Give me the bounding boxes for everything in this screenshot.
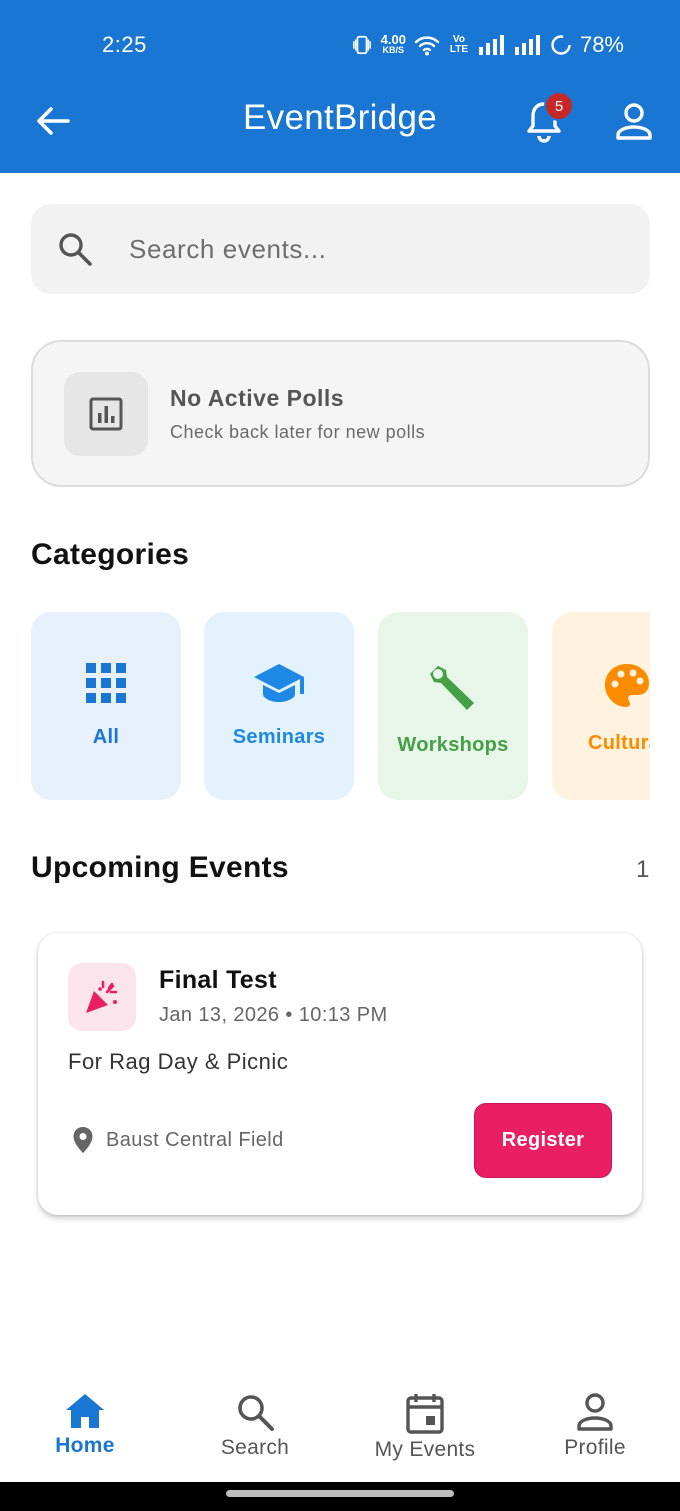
app-title: EventBridge xyxy=(243,98,437,137)
signal-icon-2 xyxy=(514,35,540,55)
calendar-icon xyxy=(406,1394,444,1434)
grid-icon xyxy=(86,663,126,703)
status-icons: 4.00 KB/S Vo LTE 78% xyxy=(351,32,624,58)
volte-label: Vo LTE xyxy=(449,34,469,55)
event-title: Final Test xyxy=(159,966,277,994)
person-icon xyxy=(616,103,652,140)
battery-percent: 78% xyxy=(579,32,624,57)
party-popper-icon xyxy=(86,980,118,1013)
app-header: 2:25 4.00 KB/S Vo LTE 78% EventBridge 5 xyxy=(0,0,680,173)
category-seminars[interactable]: Seminars xyxy=(204,612,354,800)
notification-badge: 5 xyxy=(544,91,574,121)
event-description: For Rag Day & Picnic xyxy=(68,1049,289,1074)
search-icon xyxy=(59,233,92,266)
wifi-icon xyxy=(414,36,440,56)
nav-label: Profile xyxy=(564,1436,626,1459)
polls-title: No Active Polls xyxy=(170,385,345,411)
vibrate-icon xyxy=(352,35,371,55)
polls-subtitle: Check back later for new polls xyxy=(170,422,426,442)
category-label: All xyxy=(92,726,120,748)
school-icon xyxy=(254,664,304,702)
search-bar[interactable] xyxy=(31,204,650,294)
battery-icon xyxy=(551,35,571,55)
category-cultural[interactable]: Cultural xyxy=(552,612,650,800)
person-icon xyxy=(577,1393,613,1431)
nav-label: Home xyxy=(55,1434,115,1457)
bottom-navigation: Home Search My Events Profile xyxy=(0,1372,680,1482)
category-workshops[interactable]: Workshops xyxy=(378,612,528,800)
category-label: Seminars xyxy=(232,726,326,748)
poll-icon-box xyxy=(64,372,148,456)
search-input[interactable] xyxy=(129,224,609,274)
nav-label: My Events xyxy=(374,1438,476,1461)
profile-button[interactable] xyxy=(612,100,656,144)
register-button[interactable]: Register xyxy=(474,1103,612,1178)
signal-icon xyxy=(478,35,504,55)
net-speed-unit: KB/S xyxy=(382,45,405,55)
home-icon xyxy=(66,1394,104,1428)
polls-card: No Active Polls Check back later for new… xyxy=(31,340,650,487)
nav-search[interactable]: Search xyxy=(170,1372,340,1482)
category-all[interactable]: All xyxy=(31,612,181,800)
category-label: Cultural xyxy=(588,732,650,754)
nav-label: Search xyxy=(220,1436,290,1459)
categories-list[interactable]: All Seminars Workshops Cultural xyxy=(31,612,650,802)
net-speed: 4.00 KB/S xyxy=(380,32,406,56)
search-icon xyxy=(238,1395,274,1431)
net-speed-value: 4.00 xyxy=(380,32,406,47)
status-time: 2:25 xyxy=(102,32,147,57)
palette-icon xyxy=(605,664,649,707)
category-label: Workshops xyxy=(397,734,509,756)
event-card[interactable]: Final Test Jan 13, 2026 • 10:13 PM For R… xyxy=(38,933,642,1215)
nav-profile[interactable]: Profile xyxy=(510,1372,680,1482)
bar-chart-icon xyxy=(89,397,123,431)
wrench-icon xyxy=(430,666,474,710)
location-pin-icon xyxy=(73,1127,93,1153)
categories-heading: Categories xyxy=(31,538,190,571)
events-count: 1 xyxy=(636,856,650,883)
event-datetime: Jan 13, 2026 • 10:13 PM xyxy=(159,1004,388,1026)
event-icon-box xyxy=(68,963,136,1031)
upcoming-events-heading: Upcoming Events xyxy=(31,851,289,884)
nav-my-events[interactable]: My Events xyxy=(340,1372,510,1482)
event-location: Baust Central Field xyxy=(106,1129,284,1151)
home-indicator[interactable] xyxy=(226,1490,454,1497)
nav-home[interactable]: Home xyxy=(0,1372,170,1482)
